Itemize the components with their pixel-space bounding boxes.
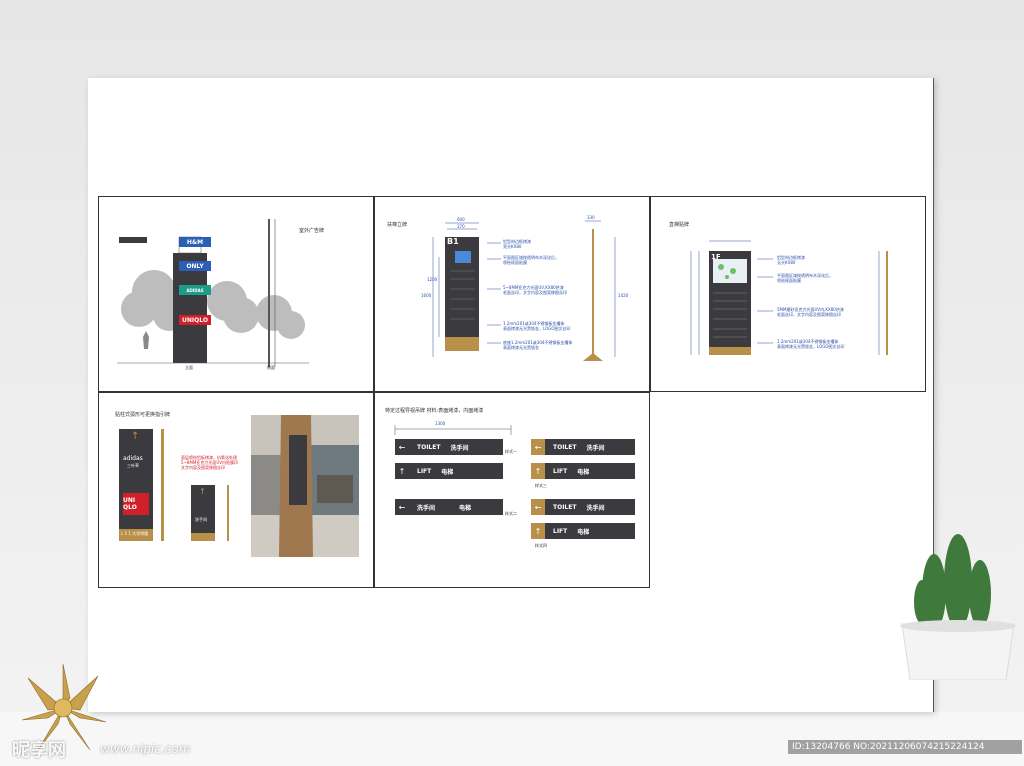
elevator-note-5: 毛面丝印，文字内容及图案移图丝印 — [777, 312, 841, 317]
brand-only: ONLY — [179, 261, 211, 271]
wall-caption: 贴柱式弧形可更换指引牌 — [115, 412, 171, 418]
cactus-plant — [900, 534, 1016, 680]
toilet-cn: 洗手间 — [417, 504, 436, 512]
hanging-style3-toilet: ← TOILET 洗手间 — [531, 439, 635, 455]
lift-cn: 电梯 — [459, 504, 472, 512]
wall-brand-uniqlo: UNI QLO — [123, 493, 149, 515]
hanging-style1-lift: ↑ LIFT 电梯 — [395, 463, 503, 479]
up-arrow-icon: ↑ — [531, 463, 545, 479]
watermark-brand: 昵享网 — [12, 740, 66, 761]
wall-sign-small-side — [227, 485, 229, 541]
left-arrow-icon: ← — [398, 502, 406, 512]
hanging-dim-line — [394, 425, 512, 435]
panel-escalator: 扶梯立牌 B1 600 370 330 1600 1200 1420 铝型材边框… — [374, 196, 650, 392]
elevator-drawing — [690, 240, 888, 355]
brand-adidas: ADIDAS — [179, 285, 211, 295]
escalator-note-3: 喷绘裱面贴膜 — [503, 260, 527, 265]
wall-bottom-text: L 5 1 大学明楼 — [121, 531, 149, 536]
outdoor-drawing — [117, 219, 309, 367]
wall-sign-side — [161, 429, 164, 541]
escalator-floor: B1 — [447, 237, 459, 246]
elevator-note-3: 喷绘裱面贴膜 — [777, 278, 801, 283]
escalator-dim-width: 600 — [457, 217, 465, 222]
shelf — [0, 712, 1024, 766]
left-arrow-icon: ← — [398, 442, 406, 452]
wall-brand-adidas: adidas — [123, 455, 143, 462]
wall-red-note-2: 文字内容及图案移图丝印 — [181, 465, 225, 470]
escalator-dim-side: 330 — [587, 215, 595, 220]
wall-small-label: 洗手间 — [195, 517, 207, 522]
lift-cn: 电梯 — [577, 528, 590, 536]
toilet-cn: 洗手间 — [586, 444, 605, 452]
outdoor-side-label: 侧面 — [267, 365, 275, 370]
toilet-cn: 洗手间 — [586, 504, 605, 512]
outdoor-ground-label: 立面 — [185, 365, 193, 370]
panel-elevator: 直梯贴牌 1F 铝型材边框烤漆 无光KX80 平面图区域按透明布木深化后， 喷绘… — [650, 196, 926, 392]
wall-arrow-up-icon: ↑ — [131, 431, 140, 442]
hanging-style-3: 样式三 — [535, 483, 547, 488]
lift-cn: 电梯 — [441, 468, 454, 476]
panel-wall: 贴柱式弧形可更换指引牌 ↑ adidas 三叶草 UNI QLO L 5 1 大… — [98, 392, 374, 588]
hanging-style-4: 样式四 — [535, 543, 547, 548]
hanging-style-2: 样式二 — [505, 511, 517, 516]
escalator-dim-height: 1600 — [421, 293, 432, 298]
hanging-style3-lift: ↑ LIFT 电梯 — [531, 463, 635, 479]
wall-small-arrow-icon: ↑ — [199, 487, 206, 496]
brand-hm: H&M — [179, 237, 211, 247]
hanging-style4-lift: ↑ LIFT 电梯 — [531, 523, 635, 539]
lift-cn: 电梯 — [577, 468, 590, 476]
elevator-floor: 1F — [711, 253, 721, 261]
escalator-note-1: 亮光KX80 — [503, 244, 522, 249]
elevator-note-7: 表面烤漆无光黑钣金，LOGO图文丝印 — [777, 344, 845, 349]
toilet-cn: 洗手间 — [450, 444, 469, 452]
brand-uniqlo: UNIQLO — [179, 315, 211, 325]
lift-en: LIFT — [553, 527, 568, 535]
escalator-dim-side-height: 1420 — [618, 293, 629, 298]
escalator-note-5: 毛面丝印，文字内容及图案移图丝印 — [503, 290, 567, 295]
escalator-dim-inner: 370 — [457, 224, 465, 229]
hanging-style-1: 样式一 — [505, 449, 517, 454]
toilet-en: TOILET — [417, 443, 441, 451]
panel-hanging: 特定过程导视吊牌 材料:表面烤漆，内面烤漆 1300 ← TOILET 洗手间 … — [374, 392, 650, 588]
lift-en: LIFT — [417, 467, 432, 475]
wall-sign-small-footer — [191, 533, 215, 541]
hanging-style1-toilet: ← TOILET 洗手间 — [395, 439, 503, 455]
elevator-note-1: 无光KX80 — [777, 260, 796, 265]
wall-brand-sub: 三叶草 — [127, 463, 139, 468]
up-arrow-icon: ↑ — [398, 466, 406, 476]
outdoor-caption: 室外广告牌 — [299, 228, 325, 234]
up-arrow-icon: ↑ — [531, 523, 545, 539]
escalator-note-9: 表面烤漆无光黑钣金 — [503, 345, 539, 350]
image-id-label: ID:13204766 NO:20211206074215224124 — [788, 740, 1022, 754]
left-arrow-icon: ← — [531, 499, 545, 515]
lift-en: LIFT — [553, 467, 568, 475]
panel-outdoor: H&M ONLY ADIDAS UNIQLO 室外广告牌 立面 侧面 — [98, 196, 374, 392]
toilet-en: TOILET — [553, 443, 577, 451]
hanging-style2-toilet: ← 洗手间 电梯 — [395, 499, 503, 515]
signage-grid: H&M ONLY ADIDAS UNIQLO 室外广告牌 立面 侧面 扶梯立牌 — [98, 196, 926, 588]
hanging-caption: 特定过程导视吊牌 材料:表面烤漆，内面烤漆 — [385, 408, 484, 414]
watermark-url: www.nipic.com — [100, 742, 191, 756]
escalator-note-7: 表面烤漆无光黑钣金，LOGO图文丝印 — [503, 326, 571, 331]
left-arrow-icon: ← — [531, 439, 545, 455]
toilet-en: TOILET — [553, 503, 577, 511]
escalator-dim-panel: 1200 — [427, 277, 438, 282]
mall-photo — [251, 415, 359, 557]
wall-sign-large — [119, 429, 153, 541]
hanging-style4-toilet: ← TOILET 洗手间 — [531, 499, 635, 515]
